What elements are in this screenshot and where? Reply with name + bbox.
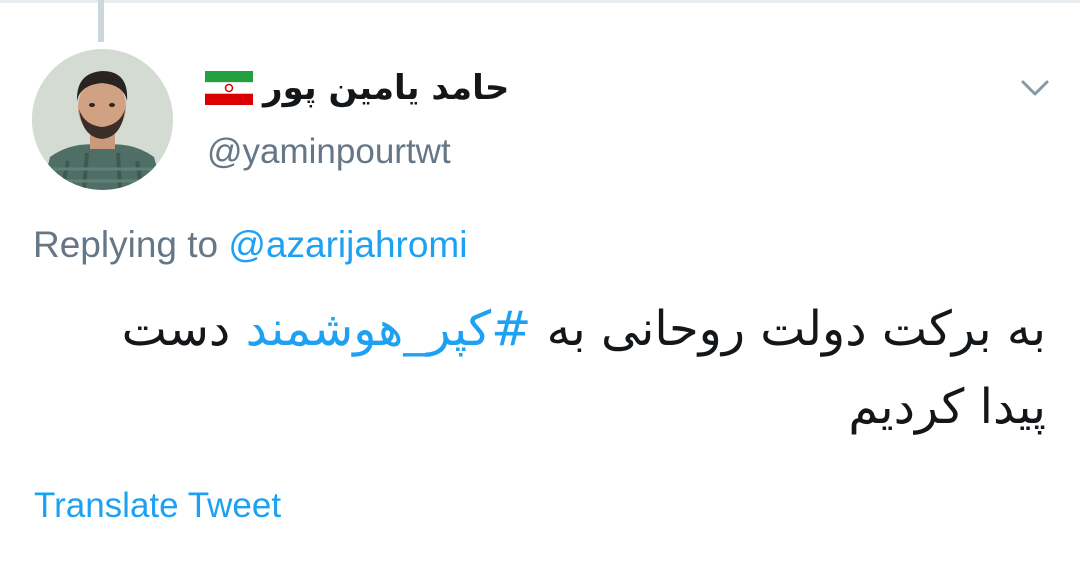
thread-connector-line bbox=[98, 0, 104, 42]
avatar[interactable] bbox=[32, 49, 173, 190]
translate-tweet-link[interactable]: Translate Tweet bbox=[34, 486, 281, 526]
replying-to-label: Replying to bbox=[33, 224, 219, 265]
author-display-name[interactable]: حامد یامین پور bbox=[263, 68, 509, 108]
iran-flag-icon bbox=[205, 71, 253, 105]
tweet-text: به برکت دولت روحانی به #کپر_هوشمند دست پ… bbox=[46, 290, 1046, 446]
reply-mention-link[interactable]: @azarijahromi bbox=[228, 224, 467, 265]
chevron-down-icon[interactable] bbox=[1020, 75, 1050, 101]
replying-to-line: Replying to @azarijahromi bbox=[33, 224, 467, 266]
top-divider bbox=[0, 0, 1080, 3]
avatar-image bbox=[32, 49, 173, 190]
author-name-row[interactable]: حامد یامین پور bbox=[205, 60, 509, 116]
hashtag-link[interactable]: #کپر_هوشمند bbox=[246, 301, 532, 357]
author-handle[interactable]: @yaminpourtwt bbox=[207, 132, 451, 172]
tweet-text-part1: به برکت دولت روحانی به bbox=[531, 301, 1046, 357]
